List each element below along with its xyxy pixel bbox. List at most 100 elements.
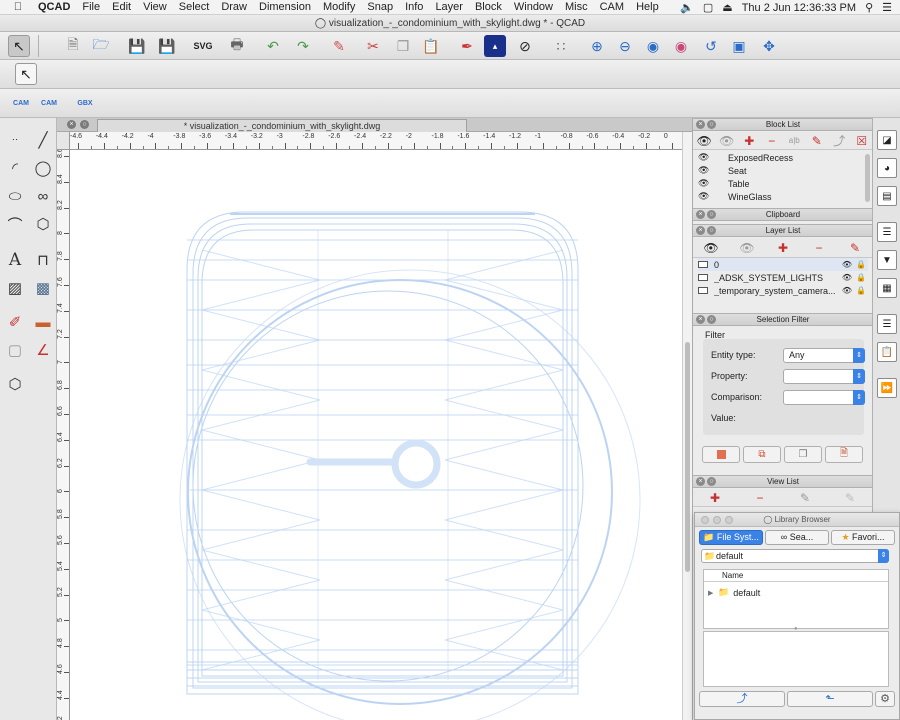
- layer-row[interactable]: 0 👁 🔒: [698, 258, 868, 271]
- menu-window[interactable]: Window: [514, 1, 553, 13]
- background-color-icon[interactable]: ▴: [484, 35, 506, 57]
- line-tool-icon[interactable]: ╱: [30, 128, 56, 152]
- clipboard-panel-icon[interactable]: 📋: [877, 342, 897, 362]
- window-minimize-dot[interactable]: [713, 516, 721, 524]
- notification-icon[interactable]: ☰: [882, 1, 892, 14]
- save-as-icon[interactable]: 💾: [156, 35, 178, 57]
- document-tab[interactable]: * visualization_-_condominium_with_skyli…: [97, 119, 467, 132]
- edit-block-icon[interactable]: ✎: [807, 134, 827, 148]
- spotlight-icon[interactable]: ⚲: [865, 1, 873, 14]
- close-icon[interactable]: ×: [696, 120, 705, 129]
- menu-edit[interactable]: Edit: [112, 1, 131, 13]
- layer-row[interactable]: _ADSK_SYSTEM_LIGHTS 👁 🔒: [698, 271, 868, 284]
- hatch-tool-icon[interactable]: ▨: [2, 276, 28, 300]
- close-icon[interactable]: ×: [696, 226, 705, 235]
- window-zoom-dot[interactable]: [725, 516, 733, 524]
- float-tab-icon[interactable]: ○: [80, 120, 89, 129]
- display-icon[interactable]: ▢: [703, 1, 713, 14]
- visible-eye-icon[interactable]: 👁: [698, 165, 716, 176]
- add-layer-icon[interactable]: ✚: [773, 241, 793, 255]
- text-tool-icon[interactable]: A: [2, 248, 28, 272]
- arc-tool-icon[interactable]: ◜: [2, 156, 28, 180]
- insert-block-icon[interactable]: ⤴: [829, 132, 849, 149]
- remove-layer-icon[interactable]: −: [809, 241, 829, 255]
- forward-icon[interactable]: ⏩: [877, 378, 897, 398]
- drawing-canvas[interactable]: [70, 150, 682, 720]
- column-header-name[interactable]: Name: [704, 570, 888, 582]
- float-icon[interactable]: ○: [707, 477, 716, 486]
- rename-block-icon[interactable]: a|b: [784, 136, 804, 145]
- menu-dimension[interactable]: Dimension: [259, 1, 311, 13]
- visible-eye-icon[interactable]: 👁: [840, 286, 854, 295]
- up-folder-button[interactable]: ⬑: [787, 691, 873, 707]
- new-file-icon[interactable]: 🗎: [62, 35, 84, 57]
- menu-draw[interactable]: Draw: [221, 1, 247, 13]
- visible-eye-icon[interactable]: 👁: [698, 178, 716, 189]
- tab-favorites[interactable]: ★ Favori...: [831, 530, 895, 545]
- app-menu[interactable]: QCAD: [38, 1, 70, 13]
- polyline-tool-icon[interactable]: ⌒: [2, 212, 28, 236]
- block-list-icon[interactable]: ◪: [877, 130, 897, 150]
- float-icon[interactable]: ○: [707, 210, 716, 219]
- visible-eye-icon[interactable]: 👁: [840, 260, 854, 269]
- redo-icon[interactable]: ↷: [292, 35, 314, 57]
- deselect-button[interactable]: ❐: [784, 446, 822, 463]
- location-select[interactable]: 📁 default ⇕: [701, 549, 889, 563]
- add-block-icon[interactable]: ✚: [739, 134, 759, 148]
- clock[interactable]: Thu 2 Jun 12:36:33 PM: [742, 2, 856, 14]
- pen-icon[interactable]: ✒: [456, 35, 478, 57]
- add-to-selection-button[interactable]: ⧉: [743, 446, 781, 463]
- remove-block-icon[interactable]: −: [762, 134, 782, 148]
- close-icon[interactable]: ×: [696, 477, 705, 486]
- add-view-icon[interactable]: ✚: [705, 491, 725, 505]
- select-button[interactable]: [702, 446, 740, 463]
- menu-layer[interactable]: Layer: [435, 1, 463, 13]
- float-icon[interactable]: ○: [707, 120, 716, 129]
- tab-file-system[interactable]: 📁 File Syst...: [699, 530, 763, 545]
- float-icon[interactable]: ○: [707, 315, 716, 324]
- show-all-layers-icon[interactable]: 👁: [701, 241, 721, 255]
- expand-arrow-icon[interactable]: ▶: [708, 589, 718, 597]
- close-icon[interactable]: ×: [696, 210, 705, 219]
- print-icon[interactable]: 🖶: [226, 35, 248, 57]
- dimension-tool-icon[interactable]: ⊓: [30, 248, 56, 272]
- edit-view-icon[interactable]: ✎: [795, 491, 815, 505]
- volume-icon[interactable]: 🔈: [680, 1, 694, 14]
- circle-tool-icon[interactable]: ◯: [30, 156, 56, 180]
- svg-export-icon[interactable]: SVG: [192, 35, 214, 57]
- modify-tool-icon[interactable]: ✐: [2, 310, 28, 334]
- zoom-selection-icon[interactable]: ◉: [670, 35, 692, 57]
- tab-search[interactable]: ∞ Sea...: [765, 530, 829, 545]
- cut-icon[interactable]: ✂: [362, 35, 384, 57]
- apple-icon[interactable]: : [8, 1, 28, 13]
- splitter-handle-icon[interactable]: ●: [794, 626, 798, 632]
- list-item[interactable]: 👁 ExposedRecess: [698, 152, 793, 163]
- menu-view[interactable]: View: [143, 1, 167, 13]
- menu-misc[interactable]: Misc: [565, 1, 588, 13]
- gbx-export-icon[interactable]: GBX: [74, 92, 96, 114]
- close-tab-icon[interactable]: ×: [67, 120, 76, 129]
- paste-icon[interactable]: 📋: [420, 35, 442, 57]
- menu-block[interactable]: Block: [475, 1, 502, 13]
- image-tool-icon[interactable]: ▩: [30, 276, 56, 300]
- window-close-dot[interactable]: [701, 516, 709, 524]
- list-item[interactable]: 👁 Table: [698, 178, 750, 189]
- shape-tool-icon[interactable]: ⬡: [30, 212, 56, 236]
- measure-tool-icon[interactable]: ▬: [30, 310, 56, 334]
- list-item[interactable]: 👁 WineGlass: [698, 191, 772, 202]
- menu-snap[interactable]: Snap: [367, 1, 393, 13]
- canvas-vscrollbar[interactable]: [682, 132, 692, 720]
- cam-export-icon[interactable]: CAM: [10, 92, 32, 114]
- cam-config-icon[interactable]: CAM: [38, 92, 60, 114]
- filter-icon[interactable]: ▼: [877, 250, 897, 270]
- lock-icon[interactable]: 🔒: [854, 260, 868, 269]
- delete-block-icon[interactable]: ☒: [852, 134, 872, 148]
- remove-view-icon[interactable]: −: [750, 491, 770, 505]
- layer-row[interactable]: _temporary_system_camera... 👁 🔒: [698, 284, 868, 297]
- menu-file[interactable]: File: [82, 1, 100, 13]
- visible-eye-icon[interactable]: 👁: [698, 191, 716, 202]
- snap-tool-icon[interactable]: ∠: [30, 338, 56, 362]
- copy-icon[interactable]: ❐: [392, 35, 414, 57]
- zoom-in-icon[interactable]: ⊕: [586, 35, 608, 57]
- edit-layer-icon[interactable]: ✎: [845, 241, 865, 255]
